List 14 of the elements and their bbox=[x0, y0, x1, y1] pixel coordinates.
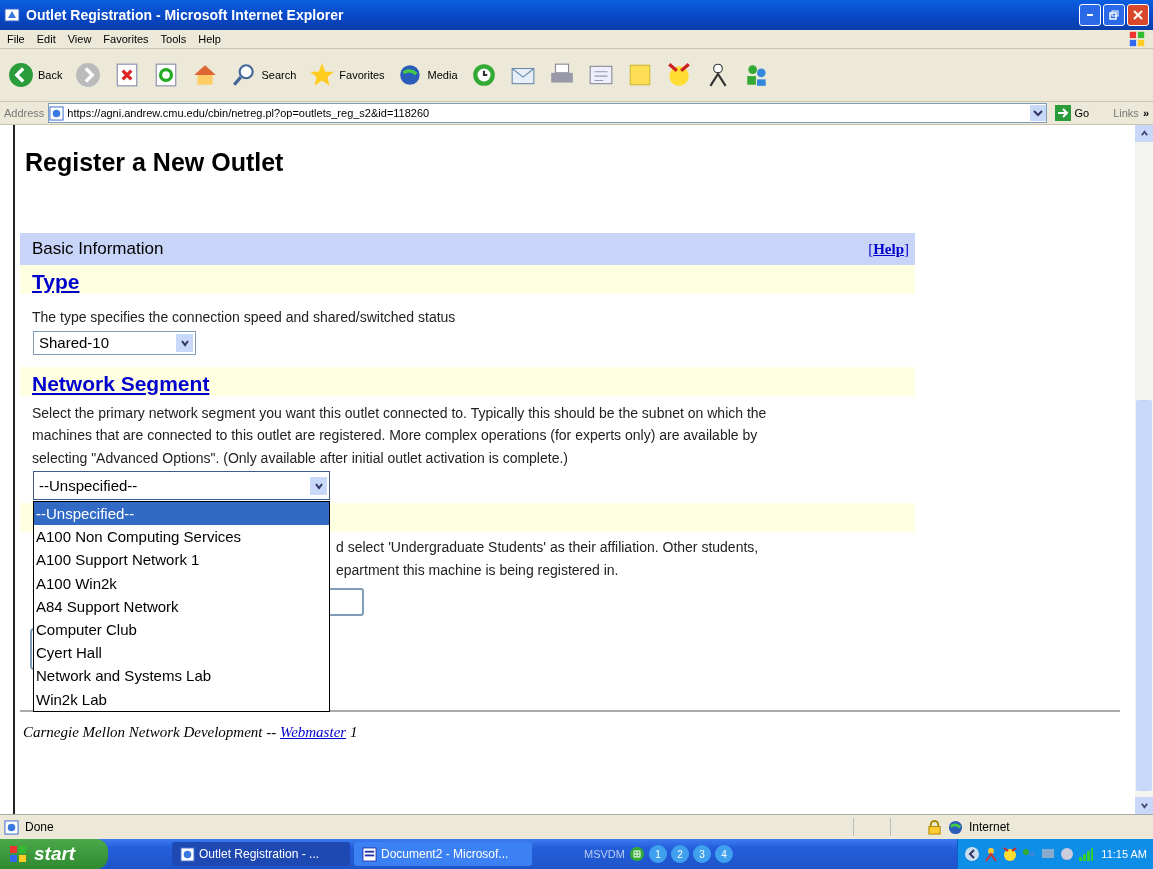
section-title: Basic Information bbox=[32, 239, 164, 259]
zone-text: Internet bbox=[969, 820, 1011, 834]
address-label: Address bbox=[4, 107, 45, 119]
page-heading: Register a New Outlet bbox=[25, 147, 285, 177]
segment-description: Select the primary network segment you want this outlet connected to. Typically this should be the subnet on which the machines that are connected to this outlet are registered. More complex operations (for experts only) are available by selecting "Advanced Options". (Only available after initial outlet activation is complete.) bbox=[32, 403, 768, 468]
status-text: Done bbox=[25, 820, 55, 834]
window-title: Outlet Registration - Microsoft Internet Explorer bbox=[26, 7, 345, 23]
instruction-text: d select 'Undergraduate Students' as their affiliation. Other students, bbox=[336, 538, 760, 557]
footer-text: Carnegie Mellon Network Development -- Webmaster 1 bbox=[23, 724, 359, 741]
help-text: [Help] bbox=[868, 240, 909, 258]
instruction-text: epartment this machine is being registered in. bbox=[336, 561, 620, 580]
type-description: The type specifies the connection speed and shared/switched status bbox=[32, 308, 457, 327]
clock: 11:15 AM bbox=[1101, 848, 1147, 860]
toolbar-label: MSVDM bbox=[584, 848, 625, 860]
